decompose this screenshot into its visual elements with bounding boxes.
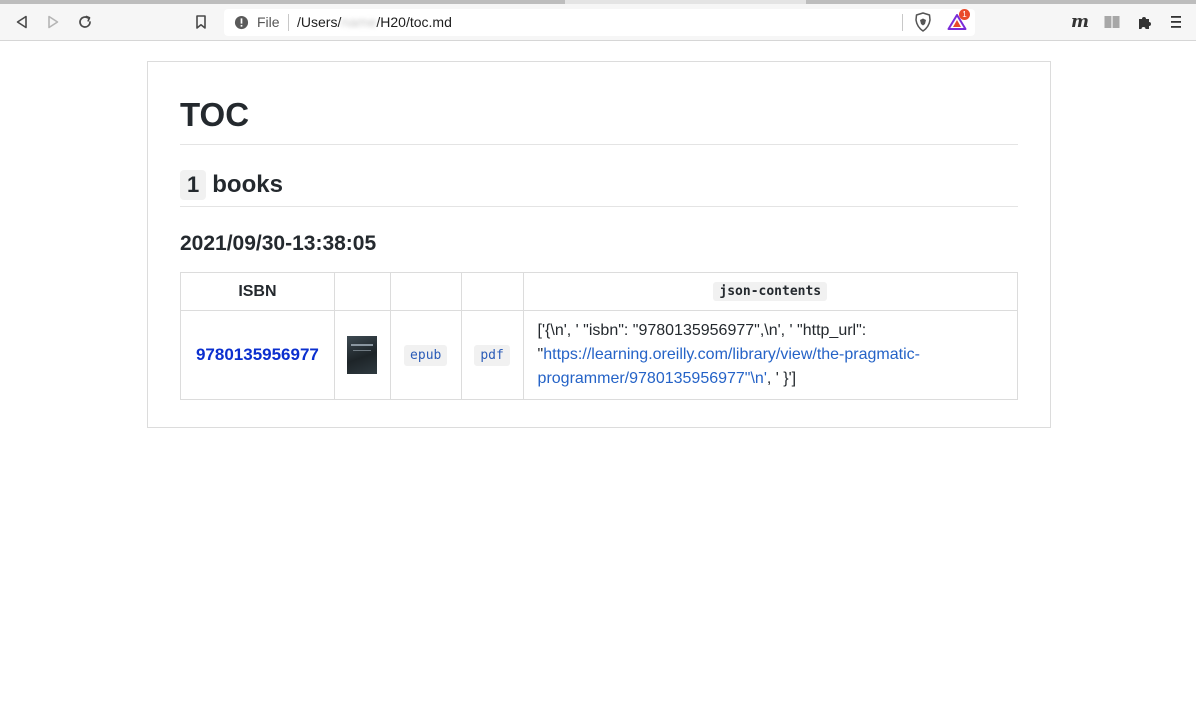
reader-book-icon xyxy=(1104,16,1120,28)
puzzle-piece-icon xyxy=(1139,17,1151,29)
url-suffix: /H20/toc.md xyxy=(376,14,452,30)
brave-lion-icon xyxy=(915,12,931,32)
section-divider xyxy=(180,206,1018,207)
extension-m-icon: m xyxy=(1071,12,1089,32)
subsection-heading: 2021/09/30-13:38:05 xyxy=(180,232,377,255)
pdf-cell: pdf xyxy=(460,310,524,400)
address-bar[interactable]: File /Users/name/H20/toc.md xyxy=(224,9,975,36)
reload-button[interactable] xyxy=(73,10,97,34)
bookmark-icon xyxy=(196,15,206,29)
url-divider-right xyxy=(902,14,903,31)
isbn-link[interactable]: 9780135956977 xyxy=(181,345,334,365)
brave-rewards-button[interactable]: 1 xyxy=(945,9,970,34)
bookmark-button[interactable] xyxy=(189,10,213,34)
tab-indicator xyxy=(806,0,1196,4)
section-heading: 1 books xyxy=(180,170,283,200)
column-header-cover xyxy=(333,272,391,311)
pdf-link[interactable]: pdf xyxy=(474,344,510,366)
json-url-link[interactable]: https://learning.oreilly.com/library/vie… xyxy=(538,346,920,387)
table-row: 9780135956977 epub pdf ['{\n', ' "isbn":… xyxy=(180,310,1019,400)
rewards-badge: 1 xyxy=(959,9,970,20)
brave-shields-button[interactable] xyxy=(911,10,935,34)
column-header-pdf xyxy=(460,272,524,311)
extension-m-button[interactable]: m xyxy=(1068,10,1092,34)
epub-cell: epub xyxy=(389,310,462,400)
page-title: TOC xyxy=(180,96,250,133)
menu-button[interactable] xyxy=(1164,10,1188,34)
hamburger-menu-icon xyxy=(1171,16,1181,28)
book-cover-thumbnail[interactable] xyxy=(347,336,378,374)
epub-link[interactable]: epub xyxy=(404,344,448,366)
url-redacted-segment: name xyxy=(341,14,377,30)
tab-strip xyxy=(0,0,1196,4)
column-header-isbn: ISBN xyxy=(180,272,335,311)
column-header-epub xyxy=(389,272,462,311)
extensions-button[interactable] xyxy=(1133,10,1157,34)
forward-icon xyxy=(48,15,59,29)
json-contents-code: json-contents xyxy=(713,282,828,301)
column-header-json-contents: json-contents xyxy=(522,272,1019,311)
cover-cell xyxy=(333,310,391,400)
tab-active-indicator xyxy=(0,0,565,4)
books-table: ISBN json-contents 9780135956977 epub pd… xyxy=(180,272,1019,400)
title-divider xyxy=(180,144,1018,145)
section-number: 1 xyxy=(180,170,207,200)
url-divider xyxy=(288,14,289,31)
url-prefix: /Users/ xyxy=(297,14,342,30)
reader-mode-button[interactable] xyxy=(1100,10,1124,34)
reload-icon xyxy=(79,15,91,28)
info-icon[interactable] xyxy=(234,15,249,30)
back-icon xyxy=(16,15,27,29)
json-text-suffix: , ' }'] xyxy=(766,370,797,387)
browser-toolbar: File /Users/name/H20/toc.md 1 m xyxy=(0,0,1196,41)
url-text[interactable]: /Users/name/H20/toc.md xyxy=(297,14,452,30)
back-button[interactable] xyxy=(10,10,34,34)
json-contents-cell: ['{\n', ' "isbn": "9780135956977",\n', '… xyxy=(522,310,1019,400)
section-label: books xyxy=(212,171,283,198)
url-scheme-label: File xyxy=(257,14,280,30)
table-header-row: ISBN json-contents xyxy=(180,272,1019,311)
markdown-document: TOC 1 books 2021/09/30-13:38:05 ISBN jso… xyxy=(147,61,1051,428)
forward-button[interactable] xyxy=(41,10,65,34)
isbn-cell: 9780135956977 xyxy=(180,310,335,400)
